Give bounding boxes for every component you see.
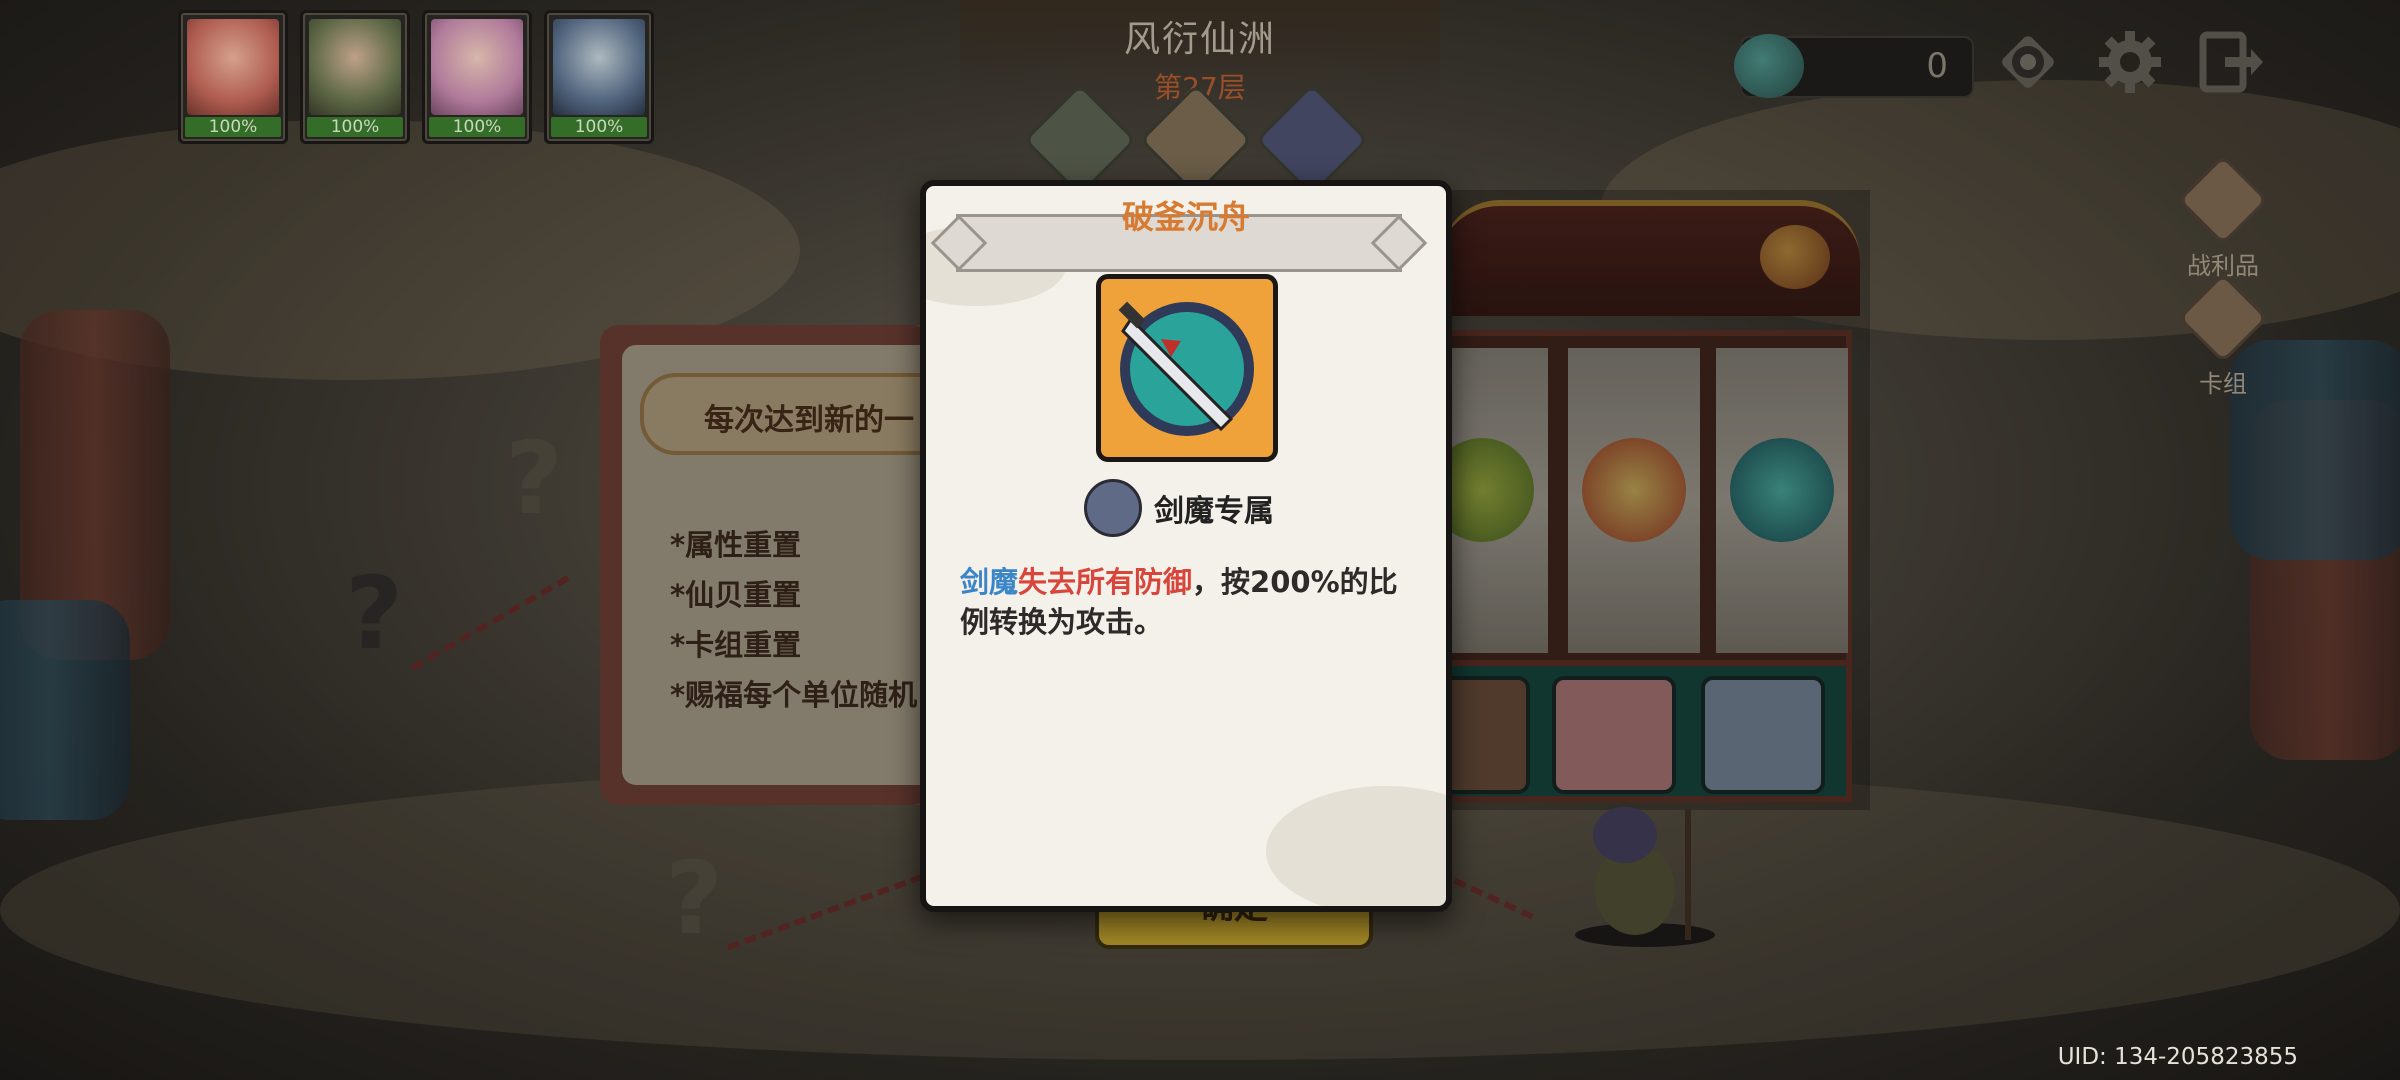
cloud-decoration [1266, 786, 1446, 906]
desc-effect: 失去所有防御 [1018, 565, 1193, 599]
item-description: 剑魔失去所有防御，按200%的比例转换为攻击。 [960, 562, 1410, 642]
sword-icon [1096, 274, 1278, 462]
owner-label: 剑魔专属 [1154, 494, 1274, 529]
uid-label: UID: 134-205823855 [2057, 1044, 2298, 1070]
owner-avatar-icon [1084, 479, 1142, 537]
owner-tag: 剑魔专属 [1084, 478, 1274, 538]
desc-hero-name: 剑魔 [960, 565, 1019, 599]
item-detail-popup: 破釜沉舟 剑魔专属 剑魔失去所有防御，按200%的比例转换为攻击。 [920, 180, 1452, 912]
popup-title: 破釜沉舟 [1121, 198, 1250, 236]
